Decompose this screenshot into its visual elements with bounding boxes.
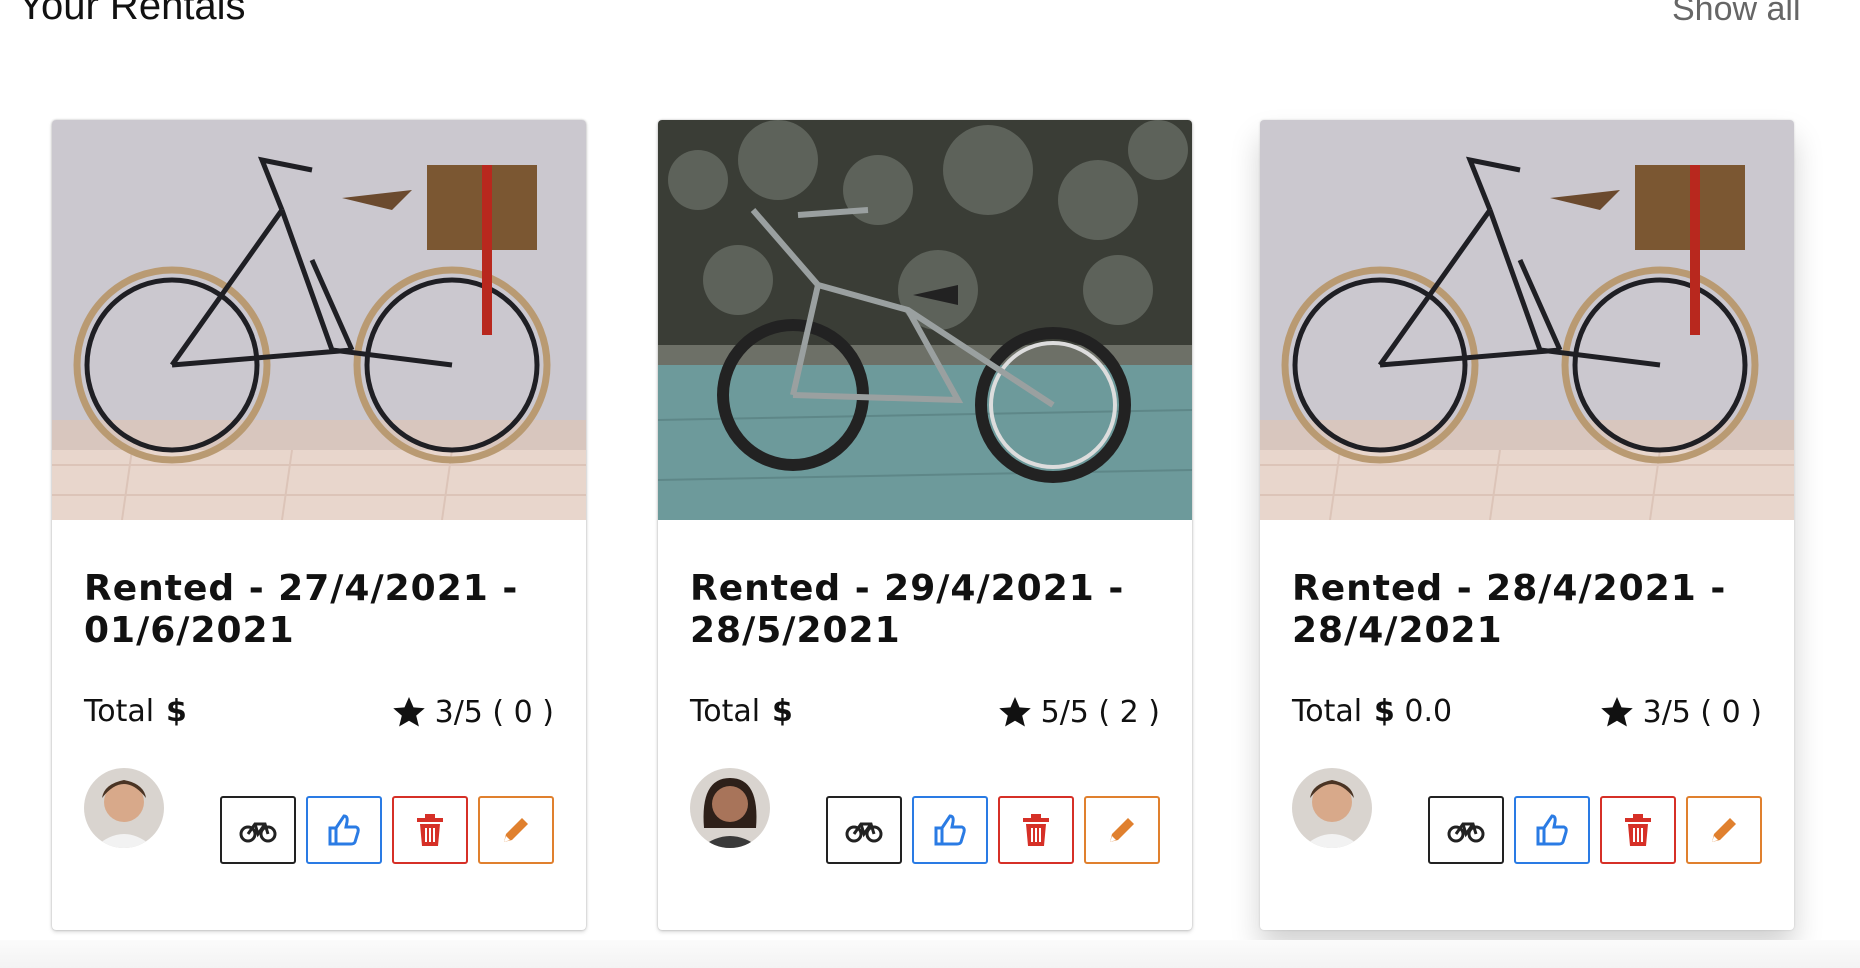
total-label: Total xyxy=(84,694,155,729)
total-amount: $ xyxy=(772,694,793,729)
thumbs-up-icon xyxy=(1536,814,1568,846)
rental-card[interactable]: Rented - 27/4/2021 - 01/6/2021 Total $ 3… xyxy=(52,120,586,930)
view-bike-button[interactable] xyxy=(1428,796,1504,864)
edit-button[interactable] xyxy=(478,796,554,864)
like-button[interactable] xyxy=(912,796,988,864)
currency-symbol: $ xyxy=(166,694,187,729)
delete-button[interactable] xyxy=(392,796,468,864)
bicycle-icon xyxy=(239,822,277,843)
currency-symbol: $ xyxy=(1374,694,1395,729)
total-value: 0.0 xyxy=(1404,694,1453,729)
avatar xyxy=(1292,768,1372,848)
rental-summary: Total $ 5/5 ( 2 ) xyxy=(690,688,1160,736)
avatar xyxy=(84,768,164,848)
pencil-icon xyxy=(1712,818,1736,842)
rental-title: Rented - 28/4/2021 - 28/4/2021 xyxy=(1292,568,1727,651)
rental-title: Rented - 29/4/2021 - 28/5/2021 xyxy=(690,568,1125,651)
view-bike-button[interactable] xyxy=(220,796,296,864)
rating: 5/5 ( 2 ) xyxy=(997,694,1160,730)
bicycle-icon xyxy=(845,822,883,843)
total-amount: $ xyxy=(166,694,187,729)
page-bottom xyxy=(0,940,1860,968)
edit-button[interactable] xyxy=(1084,796,1160,864)
delete-button[interactable] xyxy=(1600,796,1676,864)
total-amount: $ 0.0 xyxy=(1374,694,1452,729)
rating: 3/5 ( 0 ) xyxy=(391,694,554,730)
bicycle-photo xyxy=(658,120,1192,520)
view-bike-button[interactable] xyxy=(826,796,902,864)
rental-summary: Total $ 0.0 3/5 ( 0 ) xyxy=(1292,688,1762,736)
rental-title: Rented - 27/4/2021 - 01/6/2021 xyxy=(84,568,519,651)
page-title: Your Rentals xyxy=(18,0,246,28)
rental-card[interactable]: Rented - 29/4/2021 - 28/5/2021 Total $ 5… xyxy=(658,120,1192,930)
total-label: Total xyxy=(690,694,761,729)
like-button[interactable] xyxy=(306,796,382,864)
rental-summary: Total $ 3/5 ( 0 ) xyxy=(84,688,554,736)
star-icon xyxy=(1600,697,1633,727)
star-icon xyxy=(998,697,1031,727)
card-actions xyxy=(220,796,554,864)
delete-button[interactable] xyxy=(998,796,1074,864)
star-icon xyxy=(392,697,425,727)
like-button[interactable] xyxy=(1514,796,1590,864)
trash-icon xyxy=(1625,814,1651,846)
currency-symbol: $ xyxy=(772,694,793,729)
thumbs-up-icon xyxy=(934,814,966,846)
rental-card[interactable]: Rented - 28/4/2021 - 28/4/2021 Total $ 0… xyxy=(1260,120,1794,930)
show-all-link[interactable]: Show all xyxy=(1672,0,1801,29)
bicycle-icon xyxy=(1447,822,1485,843)
trash-icon xyxy=(417,814,443,846)
bicycle-photo xyxy=(1260,120,1794,520)
card-actions xyxy=(1428,796,1762,864)
rentals-header: Your Rentals Show all xyxy=(0,0,1860,60)
total-label: Total xyxy=(1292,694,1363,729)
bicycle-photo xyxy=(52,120,586,520)
edit-button[interactable] xyxy=(1686,796,1762,864)
rating-text: 5/5 ( 2 ) xyxy=(1040,694,1160,730)
trash-icon xyxy=(1023,814,1049,846)
pencil-icon xyxy=(1110,818,1134,842)
thumbs-up-icon xyxy=(328,814,360,846)
avatar xyxy=(690,768,770,848)
rating-text: 3/5 ( 0 ) xyxy=(1642,694,1762,730)
rating-text: 3/5 ( 0 ) xyxy=(434,694,554,730)
pencil-icon xyxy=(504,818,528,842)
card-actions xyxy=(826,796,1160,864)
rating: 3/5 ( 0 ) xyxy=(1599,694,1762,730)
